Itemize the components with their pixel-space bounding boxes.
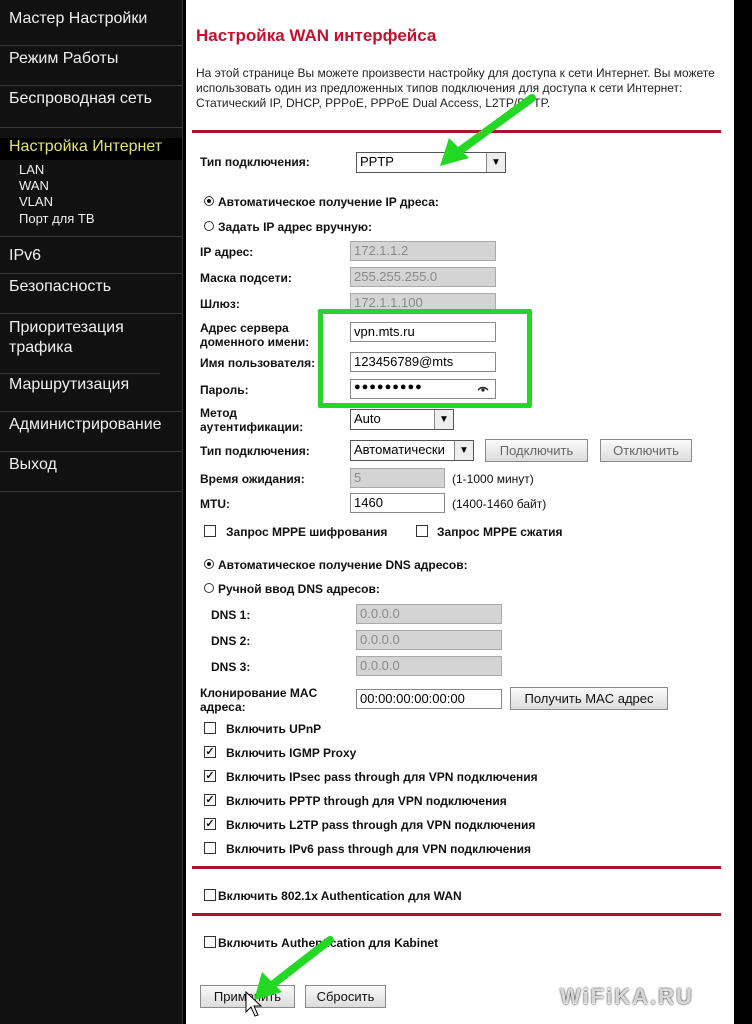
dns-auto-radio[interactable] (204, 559, 214, 569)
auth-method-select[interactable]: Auto ▼ (350, 409, 454, 430)
mppe-encrypt-checkbox[interactable] (204, 525, 216, 537)
dns3-label: DNS 3: (211, 660, 251, 674)
auth-8021x-label: Включить 802.1x Authentication для WAN (218, 889, 462, 903)
page-title: Настройка WAN интерфейса (196, 26, 437, 45)
igmp-checkbox[interactable]: ✓ (204, 746, 216, 758)
mtu-hint: (1400-1460 байт) (452, 497, 547, 511)
dns1-label: DNS 1: (211, 608, 251, 622)
l2tp-label: Включить L2TP pass through для VPN подкл… (226, 818, 536, 832)
sidebar-item-wizard[interactable]: Мастер Настройки (0, 10, 182, 46)
sidebar-item-ipv6[interactable]: IPv6 (0, 236, 182, 274)
ipv6-passthrough-checkbox[interactable] (204, 842, 216, 854)
ip-address-field[interactable]: 172.1.1.2 (350, 241, 496, 261)
username-label: Имя пользователя: (200, 356, 316, 370)
sidebar-item-routing[interactable]: Маршрутизация (0, 376, 182, 412)
connect-button[interactable]: Подключить (485, 439, 588, 462)
conn-mode-select[interactable]: Автоматически ▼ (350, 440, 474, 461)
apply-button[interactable]: Применить (200, 985, 295, 1008)
dns-auto-label: Автоматическое получение DNS адресов: (218, 558, 468, 572)
chevron-down-icon: ▼ (454, 441, 473, 460)
page-description: На этой странице Вы можете произвести на… (196, 66, 715, 110)
igmp-label: Включить IGMP Proxy (226, 746, 357, 760)
dns1-field[interactable]: 0.0.0.0 (356, 604, 502, 624)
mppe-compress-checkbox[interactable] (416, 525, 428, 537)
auth-8021x-checkbox[interactable] (204, 889, 216, 901)
dns-manual-label: Ручной ввод DNS адресов: (218, 582, 380, 596)
ip-address-label: IP адрес: (200, 245, 254, 259)
mtu-label: MTU: (200, 497, 230, 511)
sidebar-item-mode[interactable]: Режим Работы (0, 50, 182, 86)
timeout-field[interactable]: 5 (350, 468, 445, 488)
right-border (734, 0, 752, 1024)
wan-settings-panel: Настройка WAN интерфейса На этой страниц… (186, 0, 734, 1024)
sidebar-item-admin[interactable]: Администрирование (0, 416, 182, 452)
timeout-hint: (1-1000 минут) (452, 472, 534, 486)
reset-button[interactable]: Сбросить (305, 985, 386, 1008)
sidebar: Мастер Настройки Режим Работы Беспроводн… (0, 0, 183, 1024)
connection-type-label: Тип подключения: (200, 155, 310, 169)
gateway-label: Шлюз: (200, 297, 240, 311)
sidebar-subitem-tv-port[interactable]: Порт для ТВ (19, 211, 95, 226)
kabinet-auth-checkbox[interactable] (204, 936, 216, 948)
pptp-checkbox[interactable]: ✓ (204, 794, 216, 806)
sidebar-item-security[interactable]: Безопасность (0, 278, 182, 314)
ip-manual-radio[interactable] (204, 221, 214, 231)
ip-manual-label: Задать IP адрес вручную: (218, 220, 373, 234)
mac-clone-label-2: адреса: (200, 700, 246, 714)
disconnect-button[interactable]: Отключить (600, 439, 692, 462)
sidebar-item-logout[interactable]: Выход (0, 456, 182, 492)
l2tp-checkbox[interactable]: ✓ (204, 818, 216, 830)
connection-type-select[interactable]: PPTP ▼ (356, 152, 506, 173)
upnp-checkbox[interactable] (204, 722, 216, 734)
dns2-label: DNS 2: (211, 634, 251, 648)
chevron-down-icon: ▼ (486, 153, 505, 172)
sidebar-item-internet[interactable]: Настройка Интернет (0, 138, 182, 160)
timeout-label: Время ожидания: (200, 472, 305, 486)
subnet-mask-label: Маска подсети: (200, 271, 292, 285)
watermark: WiFiKA.RU (560, 984, 694, 1009)
sidebar-item-wireless[interactable]: Беспроводная сеть (0, 90, 182, 128)
separator (192, 913, 721, 916)
conn-mode-value: Автоматически (354, 442, 445, 457)
ipsec-label: Включить IPsec pass through для VPN подк… (226, 770, 538, 784)
mac-address-field[interactable]: 00:00:00:00:00:00 (356, 689, 502, 709)
sidebar-item-traffic-priority[interactable]: Приоритезация трафика (0, 318, 160, 374)
auth-method-label: Метод (200, 406, 238, 420)
sidebar-subitem-vlan[interactable]: VLAN (19, 194, 53, 209)
dns-manual-radio[interactable] (204, 583, 214, 593)
subnet-mask-field[interactable]: 255.255.255.0 (350, 267, 496, 287)
mac-clone-label: Клонирование MAC (200, 686, 318, 700)
mppe-compress-label: Запрос MPPE сжатия (437, 525, 563, 539)
upnp-label: Включить UPnP (226, 722, 322, 736)
dns3-field[interactable]: 0.0.0.0 (356, 656, 502, 676)
separator (192, 130, 721, 133)
chevron-down-icon: ▼ (434, 410, 453, 429)
password-label: Пароль: (200, 383, 249, 397)
ipsec-checkbox[interactable]: ✓ (204, 770, 216, 782)
conn-type-label: Тип подключения: (200, 444, 310, 458)
get-mac-button[interactable]: Получить MAC адрес (510, 687, 668, 710)
ipv6-passthrough-label: Включить IPv6 pass through для VPN подкл… (226, 842, 531, 856)
mtu-field[interactable]: 1460 (350, 493, 445, 513)
server-address-label: Адрес сервера (200, 321, 289, 335)
auth-method-label-2: аутентификации: (200, 420, 304, 434)
ip-auto-radio[interactable] (204, 196, 214, 206)
auth-method-value: Auto (354, 411, 381, 426)
sidebar-subitem-wan[interactable]: WAN (19, 178, 49, 193)
kabinet-auth-label: Включить Authentication для Kabinet (218, 936, 439, 950)
server-address-label-2: доменного имени: (200, 335, 310, 349)
sidebar-subitem-lan[interactable]: LAN (19, 162, 44, 177)
ip-auto-label: Автоматическое получение IP дреса: (218, 195, 439, 209)
dns2-field[interactable]: 0.0.0.0 (356, 630, 502, 650)
mppe-encrypt-label: Запрос MPPE шифрования (226, 525, 388, 539)
separator (192, 866, 721, 869)
connection-type-value: PPTP (360, 154, 394, 169)
pptp-label: Включить PPTP through для VPN подключени… (226, 794, 507, 808)
credentials-highlight-box (318, 309, 532, 408)
